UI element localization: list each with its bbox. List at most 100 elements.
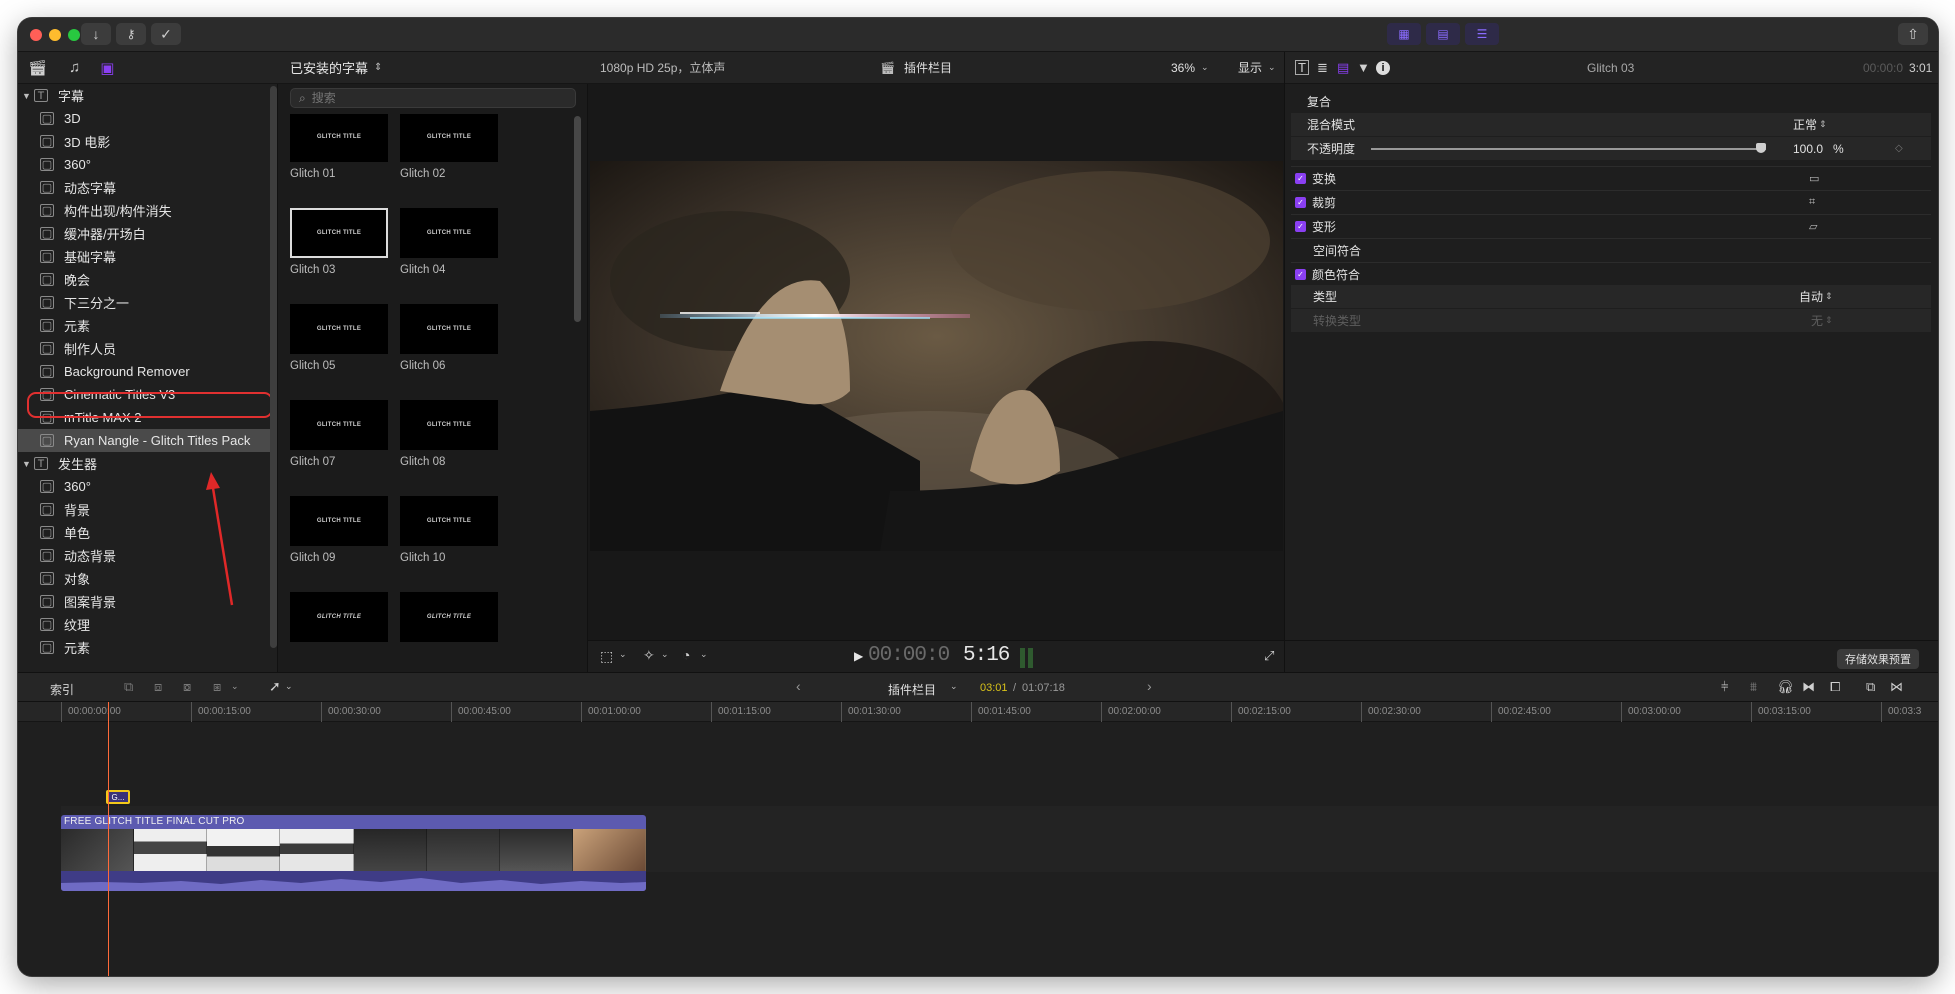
title-thumbnail[interactable]: GLITCH TITLE bbox=[290, 592, 388, 642]
browser-scrollbar[interactable] bbox=[574, 116, 581, 322]
video-clip[interactable]: FREE GLITCH TITLE FINAL CUT PRO bbox=[61, 815, 646, 891]
blend-mode-value[interactable]: 正常 bbox=[1793, 116, 1817, 133]
sidebar-item[interactable]: ▢ 构件出现/构件消失 bbox=[18, 199, 274, 222]
keyframe-icon[interactable]: ◇ bbox=[1895, 143, 1903, 154]
opacity-value[interactable]: 100.0 bbox=[1793, 142, 1823, 156]
chevron-down-icon[interactable]: ⌄ bbox=[1201, 62, 1209, 73]
overwrite-clip-icon[interactable]: ⧆ bbox=[213, 679, 221, 695]
title-thumbnail[interactable]: GLITCH TITLE bbox=[400, 592, 498, 642]
thumbnail-image[interactable]: GLITCH TITLE bbox=[400, 114, 498, 162]
sidebar-scrollbar[interactable] bbox=[270, 86, 277, 648]
zoom-menu[interactable]: 36% bbox=[1171, 61, 1195, 75]
thumbnail-image[interactable]: GLITCH TITLE bbox=[290, 114, 388, 162]
sidebar-item[interactable]: ▢ 元素 bbox=[18, 314, 274, 337]
sidebar-item[interactable]: ▢ 360° bbox=[18, 153, 274, 176]
transform-onscreen-icon[interactable]: ▭ bbox=[1809, 172, 1819, 185]
minimize-window-button[interactable] bbox=[49, 29, 61, 41]
title-tab-icon[interactable]: ≣ bbox=[1317, 60, 1328, 76]
thumbnail-image[interactable]: GLITCH TITLE bbox=[400, 208, 498, 258]
show-timeline-button[interactable]: ▤ bbox=[1426, 23, 1460, 45]
chevron-down-icon[interactable]: ⌄ bbox=[950, 681, 958, 692]
back-icon[interactable]: ‹ bbox=[796, 678, 801, 694]
sidebar-item[interactable]: ▢ 元素 bbox=[18, 636, 274, 659]
video-tab-icon[interactable]: ▤ bbox=[1337, 60, 1349, 76]
timeline-ruler[interactable]: 00:00:00:00 00:00:15:00 00:00:30:00 00:00:4… bbox=[18, 702, 1938, 722]
sidebar-group[interactable]: ▼ T 字幕 bbox=[18, 84, 274, 107]
select-tool-icon[interactable]: ➚ bbox=[269, 678, 281, 695]
distort-row[interactable]: ✓ 变形 ▱ bbox=[1291, 214, 1931, 237]
timeline[interactable]: 00:00:00:00 00:00:15:00 00:00:30:00 00:00:4… bbox=[18, 702, 1938, 976]
title-thumbnail[interactable]: GLITCH TITLE Glitch 03 bbox=[290, 208, 388, 276]
transform-tool-icon[interactable]: ⬚ bbox=[600, 648, 613, 665]
insert-clip-icon[interactable]: ⧇ bbox=[183, 679, 191, 695]
chevron-down-icon[interactable]: ⌄ bbox=[661, 649, 669, 660]
playhead[interactable] bbox=[108, 702, 109, 976]
distort-onscreen-icon[interactable]: ▱ bbox=[1809, 220, 1817, 233]
thumbnail-image[interactable]: GLITCH TITLE bbox=[400, 496, 498, 546]
effects-browser-icon[interactable]: ⋈ bbox=[1890, 679, 1903, 695]
chevron-down-icon[interactable]: ⌄ bbox=[231, 681, 239, 692]
thumbnail-image[interactable]: GLITCH TITLE bbox=[400, 304, 498, 354]
sidebar-item[interactable]: ▢ 下三分之一 bbox=[18, 291, 274, 314]
connected-title-clip[interactable]: G... bbox=[106, 790, 130, 804]
thumbnail-image[interactable]: GLITCH TITLE bbox=[290, 592, 388, 642]
fullscreen-icon[interactable]: ⤢ bbox=[1264, 648, 1274, 664]
chevron-down-icon[interactable]: ⌄ bbox=[619, 649, 627, 660]
crop-row[interactable]: ✓ 裁剪 ⌗ bbox=[1291, 190, 1931, 213]
title-thumbnail[interactable]: GLITCH TITLE Glitch 01 bbox=[290, 114, 388, 180]
spatial-conform-row[interactable]: 空间符合 bbox=[1291, 238, 1931, 261]
headphones-icon[interactable]: 🎧︎ bbox=[1777, 679, 1794, 695]
close-window-button[interactable] bbox=[30, 29, 42, 41]
sidebar-item[interactable]: ▢ 缓冲器/开场白 bbox=[18, 222, 274, 245]
background-tasks-button[interactable]: ✓ bbox=[151, 23, 181, 45]
keyword-button[interactable]: ⚷ bbox=[116, 23, 146, 45]
installed-titles-menu[interactable]: 已安装的字幕 bbox=[290, 58, 368, 77]
thumbnail-image[interactable]: GLITCH TITLE bbox=[290, 400, 388, 450]
sidebar-item[interactable]: ▢ 3D bbox=[18, 107, 274, 130]
sidebar-item[interactable]: ▢ Background Remover bbox=[18, 360, 274, 383]
magic-wand-icon[interactable]: ✧ bbox=[643, 647, 655, 664]
thumbnail-image[interactable]: GLITCH TITLE bbox=[290, 304, 388, 354]
play-icon[interactable]: ▶ bbox=[854, 649, 863, 663]
forward-icon[interactable]: › bbox=[1147, 678, 1152, 694]
checkbox-checked[interactable]: ✓ bbox=[1295, 220, 1306, 232]
sidebar-item[interactable]: ▢ 制作人员 bbox=[18, 337, 274, 360]
thumbnail-image[interactable]: GLITCH TITLE bbox=[290, 208, 388, 258]
crop-onscreen-icon[interactable]: ⌗ bbox=[1809, 196, 1815, 209]
audio-skimming-icon[interactable]: ⩩ bbox=[1750, 679, 1757, 695]
sidebar-item[interactable]: ▢ 晚会 bbox=[18, 268, 274, 291]
sidebar-item[interactable]: ▢ 纹理 bbox=[18, 613, 274, 636]
thumbnail-image[interactable]: GLITCH TITLE bbox=[400, 592, 498, 642]
sidebar-item[interactable]: ▢ 3D 电影 bbox=[18, 130, 274, 153]
show-inspector-button[interactable]: ☰ bbox=[1465, 23, 1499, 45]
index-button[interactable]: 索引 bbox=[50, 681, 74, 698]
title-thumbnail[interactable]: GLITCH TITLE Glitch 10 bbox=[400, 496, 498, 564]
chevron-down-icon[interactable]: ⌄ bbox=[700, 649, 708, 660]
video-preview[interactable] bbox=[590, 161, 1283, 551]
timeline-project-menu[interactable]: 插件栏目 bbox=[888, 681, 936, 698]
import-button[interactable]: ↓ bbox=[81, 23, 111, 45]
chevron-updown-icon[interactable]: ⇕ bbox=[1819, 119, 1827, 130]
thumbnail-image[interactable]: GLITCH TITLE bbox=[400, 400, 498, 450]
sidebar-item[interactable]: ▢ 基础字幕 bbox=[18, 245, 274, 268]
chevron-down-icon[interactable]: ⌄ bbox=[1268, 62, 1276, 73]
clapper-icon[interactable]: 🎬︎ bbox=[28, 59, 47, 77]
chevron-updown-icon[interactable]: ⇕ bbox=[374, 62, 382, 73]
sidebar-item[interactable]: ▢ 动态字幕 bbox=[18, 176, 274, 199]
type-value[interactable]: 自动 bbox=[1799, 288, 1823, 305]
connect-clip-icon[interactable]: ⧈ bbox=[154, 679, 162, 695]
share-button[interactable]: ⇧ bbox=[1898, 23, 1928, 45]
save-effects-preset-button[interactable]: 存储效果预置 bbox=[1837, 649, 1919, 669]
show-browser-button[interactable]: ▦ bbox=[1387, 23, 1421, 45]
title-thumbnail[interactable]: GLITCH TITLE Glitch 02 bbox=[400, 114, 498, 180]
search-input[interactable] bbox=[311, 91, 552, 105]
solo-icon[interactable]: ⧓ bbox=[1802, 679, 1815, 695]
music-icon[interactable]: ♫ bbox=[69, 59, 80, 76]
clip-appearance-icon[interactable]: ⧉ bbox=[1866, 679, 1875, 695]
search-field[interactable]: ⌕ bbox=[290, 88, 576, 108]
checkbox-checked[interactable]: ✓ bbox=[1295, 268, 1306, 280]
speed-icon[interactable]: ◔ bbox=[682, 647, 690, 663]
disclosure-triangle-icon[interactable]: ▼ bbox=[22, 91, 32, 101]
slider-knob[interactable] bbox=[1756, 143, 1766, 153]
titles-generators-icon[interactable]: ▣ bbox=[100, 59, 114, 77]
